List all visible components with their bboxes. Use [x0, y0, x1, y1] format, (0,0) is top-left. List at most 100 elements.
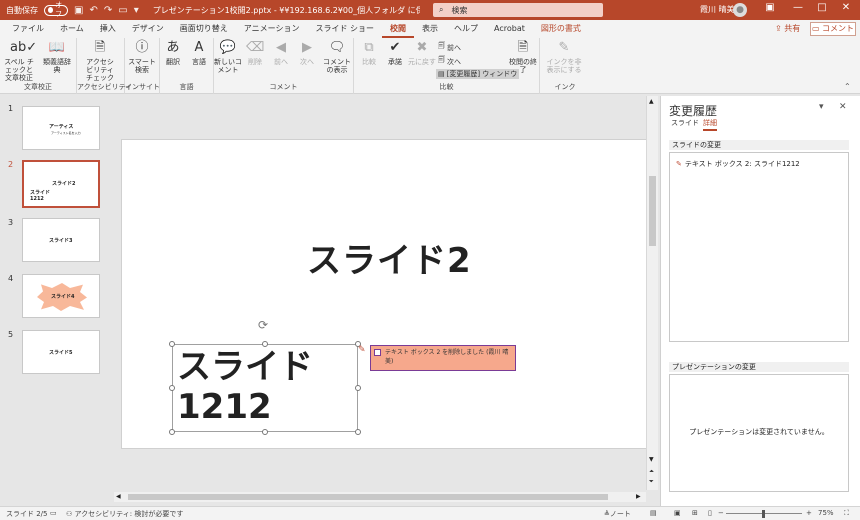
comments-view-icon[interactable]: ▤	[650, 509, 657, 517]
scroll-thumb[interactable]	[649, 176, 656, 246]
scroll-right-icon[interactable]: ▶	[636, 493, 641, 500]
tab-slides[interactable]: スライド	[671, 118, 699, 128]
undo-icon[interactable]: ↶	[89, 5, 97, 16]
scroll-down-icon[interactable]: ▼	[649, 456, 654, 463]
tab-home[interactable]: ホーム	[52, 20, 92, 38]
thumbnail-slide-2[interactable]: スライド2 スライド 1212	[22, 160, 100, 208]
zoom-in-icon[interactable]: +	[806, 509, 812, 517]
notes-button[interactable]: ≜ノート	[604, 509, 631, 519]
tab-help[interactable]: ヘルプ	[446, 20, 486, 38]
revision-callout[interactable]: テキスト ボックス 2 を削除しました (霞川 晴美)	[370, 345, 516, 371]
search-box[interactable]: ⌕ 検索	[433, 3, 603, 17]
autosave-toggle[interactable]: オフ	[44, 1, 69, 18]
thesaurus-button[interactable]: 📖 類義語辞典	[40, 40, 74, 74]
customize-qat-icon[interactable]: ▾	[134, 5, 139, 16]
end-review-button[interactable]: 🗎 校閲の終了	[508, 40, 538, 74]
next-slide-icon[interactable]: ⏷	[649, 478, 654, 486]
tab-transitions[interactable]: 画面切り替え	[172, 20, 236, 38]
compare-button[interactable]: ⧉ 比較	[356, 40, 382, 66]
language-button[interactable]: A 言語	[186, 40, 212, 66]
share-button[interactable]: ⇪ 共有	[775, 23, 800, 34]
selected-textbox[interactable]: スライド 1212	[172, 344, 358, 432]
reading-view-icon[interactable]: ▯	[708, 509, 712, 517]
accessibility-check-label: アクセシビリティチェック	[86, 58, 114, 82]
slide-sorter-icon[interactable]: ⊞	[692, 509, 698, 517]
resize-handle[interactable]	[169, 385, 175, 391]
resize-handle[interactable]	[355, 429, 361, 435]
tab-design[interactable]: デザイン	[124, 20, 172, 38]
slide-title[interactable]: スライド2	[307, 233, 472, 282]
normal-view-icon[interactable]: ▣	[674, 509, 681, 517]
save-icon[interactable]: ▣	[74, 5, 83, 16]
tab-animations[interactable]: アニメーション	[236, 20, 308, 38]
next-change-icon: 🗐	[438, 56, 445, 64]
reject-button[interactable]: ✖ 元に戻す	[408, 40, 436, 66]
zoom-level[interactable]: 75%	[818, 509, 834, 517]
show-comments-button[interactable]: 🗨 コメントの表示	[320, 40, 354, 74]
notes-language-icon[interactable]: ▭	[50, 509, 57, 517]
accessibility-check-button[interactable]: 🗎 アクセシビリティチェック	[83, 40, 117, 82]
tab-acrobat[interactable]: Acrobat	[486, 20, 533, 38]
textbox-content[interactable]: スライド 1212	[177, 347, 313, 427]
avatar[interactable]: ●	[733, 3, 747, 17]
scroll-up-icon[interactable]: ▲	[649, 98, 654, 105]
thumbnail-slide-5[interactable]: スライド5	[22, 330, 100, 374]
vertical-scrollbar[interactable]: ▲ ▼ ⏶ ⏷	[646, 96, 658, 490]
tab-details[interactable]: 詳細	[703, 118, 717, 131]
fit-to-window-icon[interactable]: ⛶	[844, 509, 849, 518]
horizontal-scrollbar[interactable]: ◀ ▶	[114, 492, 646, 502]
zoom-out-icon[interactable]: −	[718, 509, 724, 517]
comments-button[interactable]: ▭ コメント	[810, 22, 856, 36]
hide-ink-button[interactable]: ✎ インクを非表示にする	[544, 40, 584, 74]
redo-icon[interactable]: ↷	[104, 5, 112, 16]
resize-handle[interactable]	[262, 341, 268, 347]
minimize-icon[interactable]: —	[790, 2, 806, 13]
tab-insert[interactable]: 挿入	[92, 20, 124, 38]
slide-counter: スライド 2/5	[6, 510, 48, 518]
thumbnail-slide-4[interactable]: スライド4	[22, 274, 100, 318]
resize-handle[interactable]	[169, 341, 175, 347]
translate-button[interactable]: あ翻訳	[160, 40, 186, 66]
rotate-handle-icon[interactable]: ⟳	[258, 318, 268, 332]
resize-handle[interactable]	[262, 429, 268, 435]
slide-change-item[interactable]: ✎ テキスト ボックス 2: スライド1212	[676, 159, 800, 169]
slideshow-icon[interactable]: ▭	[118, 5, 127, 16]
accessibility-status[interactable]: ⚇ アクセシビリティ: 検討が必要です	[66, 509, 183, 519]
thumbnail-slide-1[interactable]: アーティス アーティスト名を入力	[22, 106, 100, 150]
hscroll-thumb[interactable]	[128, 494, 608, 500]
slide-canvas[interactable]: スライド2 ⟳ スライド 1212 ✎ テキスト ボックス 2 を削除しました …	[121, 139, 649, 449]
user-name[interactable]: 霞川 晴美	[700, 4, 735, 15]
next-change-button[interactable]: 🗐 次へ	[438, 56, 461, 67]
next-comment-button[interactable]: ▶ 次へ	[294, 40, 320, 66]
tab-view[interactable]: 表示	[414, 20, 446, 38]
spellcheck-icon: ab✓	[10, 40, 38, 55]
resize-handle[interactable]	[355, 385, 361, 391]
tab-file[interactable]: ファイル	[4, 20, 52, 38]
resize-handle[interactable]	[169, 429, 175, 435]
accept-button[interactable]: ✔ 承諾	[382, 40, 408, 66]
thumbnail-slide-3[interactable]: スライド3	[22, 218, 100, 262]
panel-options-icon[interactable]: ▾	[819, 102, 824, 112]
ribbon-display-icon[interactable]: ▣	[762, 2, 778, 13]
group-language-label: 言語	[179, 83, 194, 91]
spellcheck-button[interactable]: ab✓ スペル チェックと文章校正	[2, 40, 38, 82]
tab-review[interactable]: 校閲	[382, 21, 414, 38]
revision-marker-icon[interactable]: ✎	[358, 345, 368, 355]
slide-changes-list: ✎ テキスト ボックス 2: スライド1212	[669, 152, 849, 342]
revisions-pane-button[interactable]: ▤ [変更履歴] ウィンドウ	[436, 69, 520, 79]
revision-checkbox[interactable]	[374, 349, 381, 356]
zoom-slider-thumb[interactable]	[762, 510, 765, 518]
maximize-icon[interactable]: □	[814, 2, 830, 13]
panel-close-icon[interactable]: ✕	[839, 102, 847, 112]
collapse-ribbon-icon[interactable]: ⌃	[844, 82, 851, 91]
prev-change-button[interactable]: 🗐 前へ	[438, 42, 461, 53]
tab-shape-format[interactable]: 図形の書式	[533, 20, 589, 38]
tab-slideshow[interactable]: スライド ショー	[307, 20, 382, 38]
new-comment-button[interactable]: 💬 新しいコメント	[214, 40, 242, 74]
delete-comment-button[interactable]: ⌫ 削除	[242, 40, 268, 66]
smart-lookup-button[interactable]: ⓘ スマート検索	[125, 40, 159, 74]
prev-slide-icon[interactable]: ⏶	[649, 468, 654, 476]
prev-comment-button[interactable]: ◀ 前へ	[268, 40, 294, 66]
close-icon[interactable]: ✕	[838, 2, 854, 13]
scroll-left-icon[interactable]: ◀	[116, 493, 121, 500]
